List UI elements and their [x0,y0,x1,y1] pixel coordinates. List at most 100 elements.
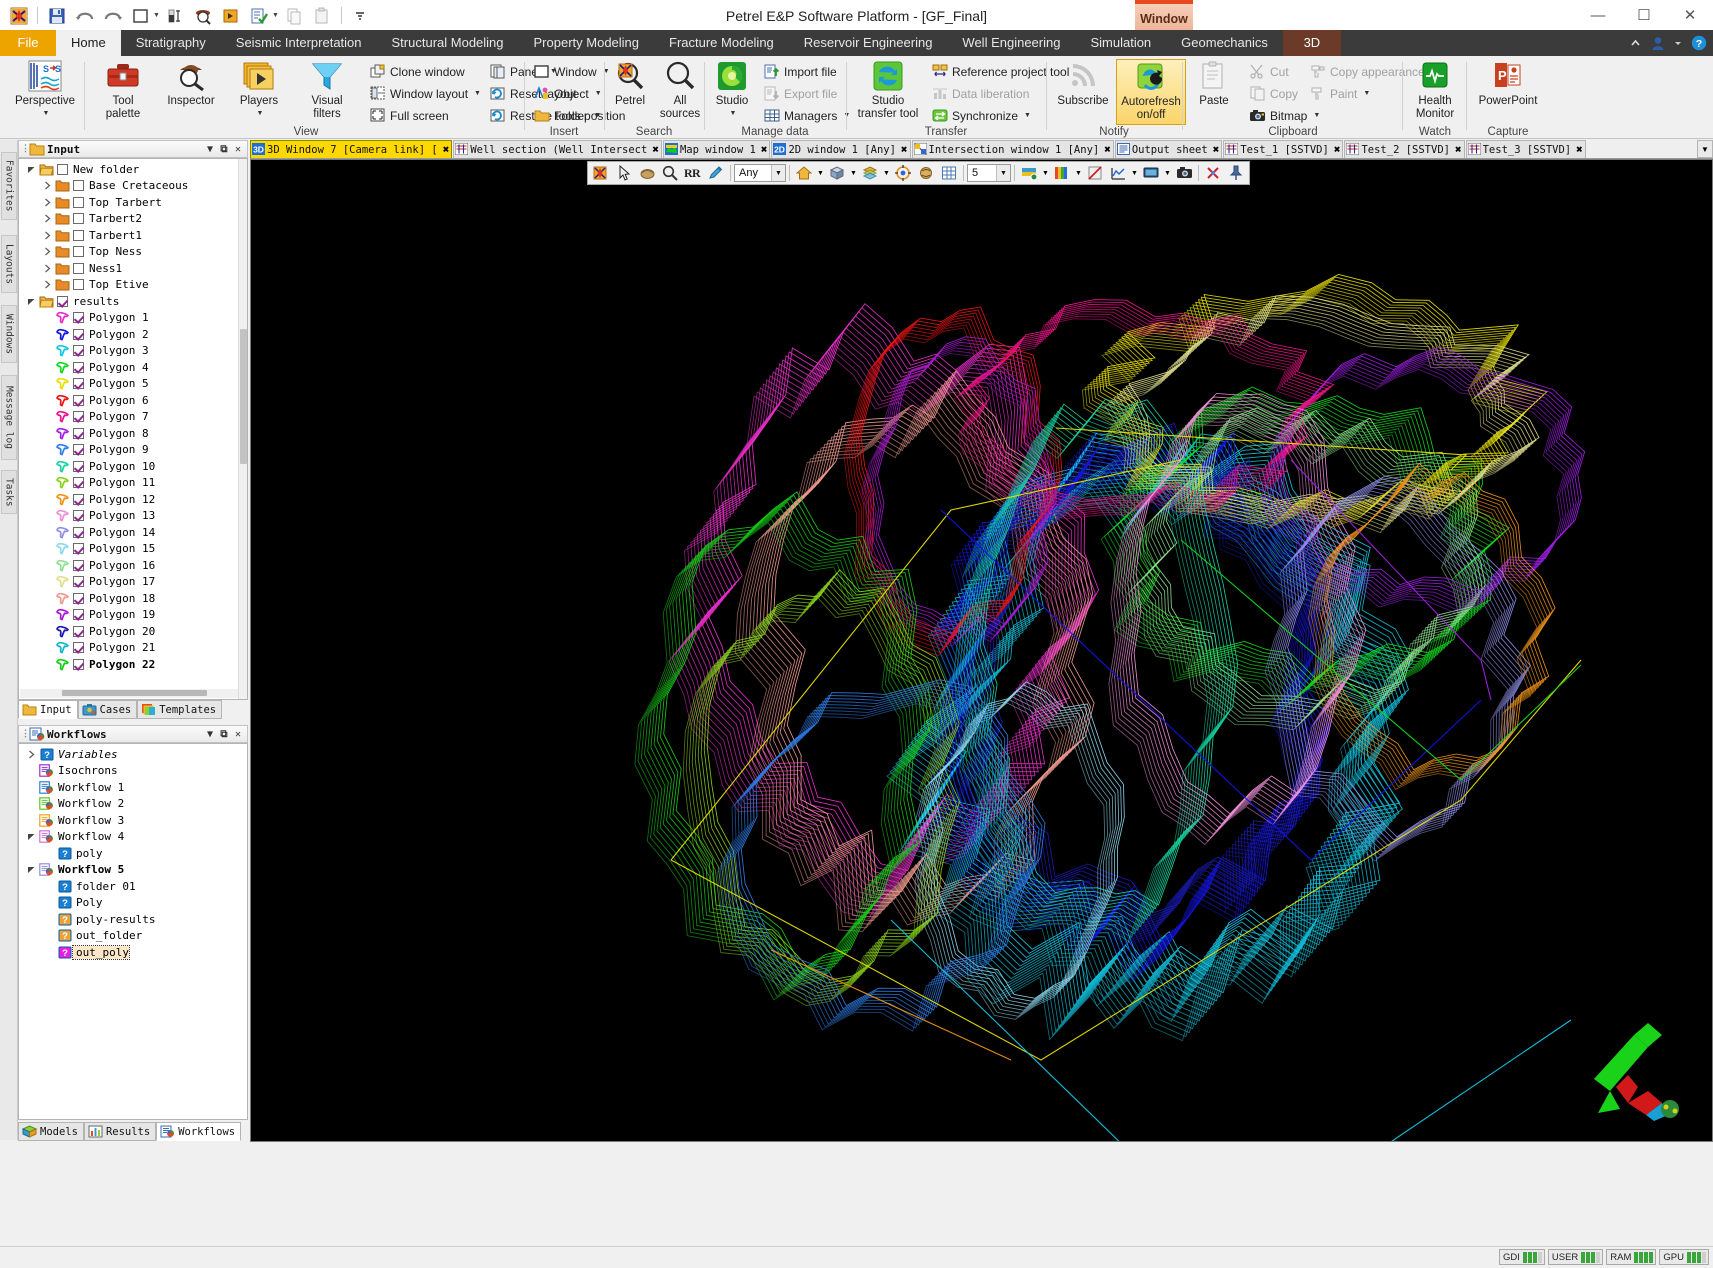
window-layout-caret-icon[interactable]: ▼ [474,90,481,97]
visibility-checkbox[interactable] [71,213,86,225]
visibility-checkbox[interactable] [71,543,86,555]
tool-palette-button[interactable]: Tool palette [90,59,156,125]
save-icon[interactable] [44,3,69,28]
input-tree-item[interactable]: Polygon 15 [19,541,247,558]
visibility-checkbox[interactable] [71,444,86,456]
tree-expander-icon[interactable] [41,264,54,273]
process-check-icon[interactable] [247,3,272,28]
filter-combo[interactable]: Any ▼ [734,164,786,182]
measure-icon[interactable] [163,3,188,28]
chart-caret-icon[interactable]: ▼ [1130,170,1139,177]
clone-window-button[interactable]: Clone window [366,61,468,82]
input-tree-item[interactable]: results [19,293,247,310]
visibility-checkbox[interactable] [71,411,86,423]
document-tab-close-icon[interactable]: ✖ [1213,141,1220,158]
input-tree-item[interactable]: Polygon 19 [19,607,247,624]
paste-icon[interactable] [310,3,335,28]
input-tree-item[interactable]: Top Ness [19,244,247,261]
tree-expander-icon[interactable] [41,247,54,256]
tree-expander-icon[interactable] [41,231,54,240]
input-tree-item[interactable]: Top Tarbert [19,194,247,211]
visibility-checkbox[interactable] [71,642,86,654]
axis-orientation-gizmo[interactable] [1576,1017,1696,1127]
bitmap-button[interactable]: Bitmap ▼ [1246,105,1323,126]
input-tree-item[interactable]: Top Etive [19,277,247,294]
tree-expander-icon[interactable] [41,214,54,223]
ribbon-tab-home[interactable]: Home [56,30,121,56]
insert-folder-caret-icon[interactable]: ▼ [594,112,601,119]
synchronize-caret-icon[interactable]: ▼ [1024,112,1031,119]
input-panel-close-icon[interactable]: ✕ [231,144,245,155]
input-tree-container[interactable]: New folder Base Cretaceous Top Tarbert Tarb… [18,158,248,700]
arrow-pointer-icon[interactable] [613,163,635,183]
close-button[interactable]: ✕ [1667,0,1713,30]
color-table-icon[interactable] [1018,163,1040,183]
visibility-checkbox[interactable] [71,658,86,670]
workflow-tree-item[interactable]: ? Poly [19,895,247,912]
visibility-checkbox[interactable] [71,312,86,324]
document-tab[interactable]: 2D 2D window 1 [Any] ✖ [771,140,911,158]
document-tab[interactable]: Test_1 [SSTVD] ✖ [1223,140,1344,158]
workflows-panel-collapse-icon[interactable]: ▼ [203,729,217,740]
document-tab-close-icon[interactable]: ✖ [1334,141,1341,158]
document-tab[interactable]: 3D 3D Window 7 [Camera link] [✖ [250,140,453,158]
visibility-checkbox[interactable] [71,609,86,621]
visibility-checkbox[interactable] [71,361,86,373]
tree-expander-icon[interactable] [41,181,54,190]
panel-grip-icon[interactable]: ⋮⋮ [21,144,38,154]
workflow-tree-item[interactable]: Isochrons [19,763,247,780]
panel-tab-models[interactable]: Models [18,1122,84,1141]
players-caret-icon[interactable]: ▼ [228,108,292,121]
workflow-tree-item[interactable]: Workflow 1 [19,779,247,796]
display-caret-icon[interactable]: ▼ [1163,170,1172,177]
workflow-tree-item[interactable]: ? poly [19,845,247,862]
context-tab-window[interactable]: Window [1135,0,1193,32]
input-tree-item[interactable]: Ness1 [19,260,247,277]
subscribe-button[interactable]: Subscribe [1052,59,1114,125]
workflow-tree-item[interactable]: ? Variables [19,746,247,763]
input-tree-item[interactable]: Tarbert2 [19,211,247,228]
visibility-checkbox[interactable] [71,576,86,588]
insert-object-caret-icon[interactable]: ▼ [595,90,602,97]
ribbon-tab-reservoir-engineering[interactable]: Reservoir Engineering [789,30,948,56]
ribbon-tab-fracture-modeling[interactable]: Fracture Modeling [654,30,789,56]
visibility-checkbox[interactable] [71,394,86,406]
home-icon[interactable] [793,163,815,183]
layers-icon[interactable] [859,163,881,183]
visibility-checkbox[interactable] [71,180,86,192]
input-tree-item[interactable]: Polygon 7 [19,409,247,426]
filter-combo-caret-icon[interactable]: ▼ [771,165,785,181]
visibility-checkbox[interactable] [55,163,70,175]
text-rr-icon[interactable]: RR [682,163,704,183]
input-tree-scrollbar[interactable] [238,159,247,699]
copy-icon[interactable] [282,3,307,28]
workflow-tree-item[interactable]: ? poly-results [19,911,247,928]
ribbon-tab-stratigraphy[interactable]: Stratigraphy [121,30,221,56]
rotate-icon[interactable] [915,163,937,183]
input-panel-pin-icon[interactable]: ⧉ [217,144,231,155]
input-tree-item[interactable]: Polygon 20 [19,623,247,640]
document-tab[interactable]: Well section (Well Intersect ✖ [453,140,662,158]
document-tab-close-icon[interactable]: ✖ [443,141,450,158]
input-tree-item[interactable]: New folder [19,161,247,178]
home-caret-icon[interactable]: ▼ [816,170,825,177]
workflows-panel-close-icon[interactable]: ✕ [231,729,245,740]
visibility-checkbox[interactable] [71,427,86,439]
input-tree-item[interactable]: Polygon 13 [19,508,247,525]
studio-caret-icon[interactable]: ▼ [710,108,756,121]
studio-transfer-tool-button[interactable]: Studio transfer tool [852,59,924,125]
workflow-tree-item[interactable]: Workflow 2 [19,796,247,813]
tree-expander-icon[interactable] [25,750,38,759]
managers-button[interactable]: Managers ▼ [760,105,853,126]
panel-tab-results[interactable]: Results [83,1122,157,1141]
ribbon-tab-well-engineering[interactable]: Well Engineering [947,30,1075,56]
scale-combo-caret-icon[interactable]: ▼ [996,165,1010,181]
visibility-checkbox[interactable] [71,246,86,258]
visibility-checkbox[interactable] [71,510,86,522]
palette-icon[interactable] [1051,163,1073,183]
workflow-tree-item[interactable]: ? out_folder [19,928,247,945]
visibility-checkbox[interactable] [55,295,70,307]
grid-icon[interactable] [938,163,960,183]
visibility-checkbox[interactable] [71,378,86,390]
document-tab[interactable]: Test_3 [SSTVD] ✖ [1465,140,1586,158]
